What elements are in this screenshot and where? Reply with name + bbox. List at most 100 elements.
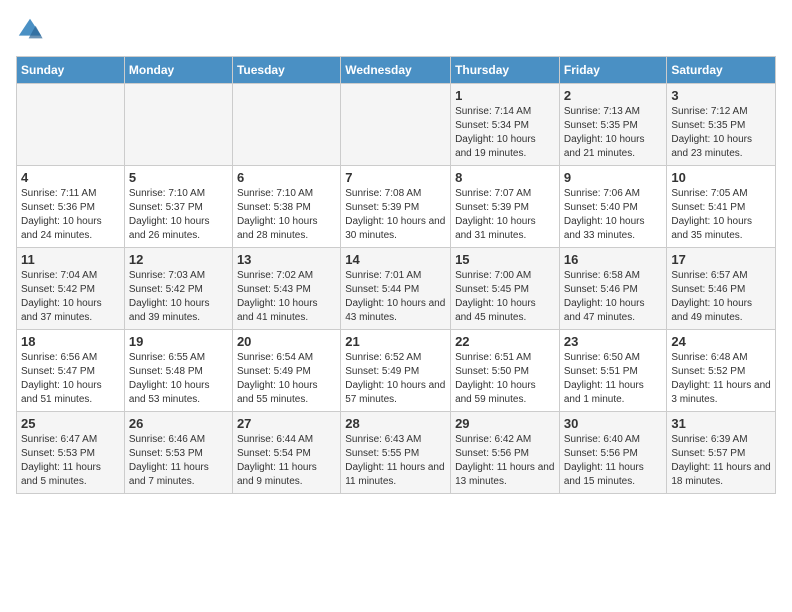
day-info: Sunrise: 7:07 AM Sunset: 5:39 PM Dayligh…	[455, 187, 555, 243]
col-monday: Monday	[124, 57, 232, 84]
calendar-cell: 11 Sunrise: 7:04 AM Sunset: 5:42 PM Dayli…	[17, 248, 125, 330]
day-number: 25	[21, 416, 120, 431]
calendar-cell: 13Sunrise: 7:02 AM Sunset: 5:43 PM Dayli…	[232, 248, 340, 330]
logo	[16, 16, 48, 44]
day-info: Sunrise: 7:02 AM Sunset: 5:43 PM Dayligh…	[237, 269, 336, 325]
day-info: Sunrise: 7:01 AM Sunset: 5:44 PM Dayligh…	[345, 269, 446, 325]
day-info: Sunrise: 6:51 AM Sunset: 5:50 PM Dayligh…	[455, 351, 555, 407]
calendar-cell: 7 Sunrise: 7:08 AM Sunset: 5:39 PM Daylig…	[341, 166, 451, 248]
day-info: Sunrise: 6:57 AM Sunset: 5:46 PM Dayligh…	[671, 269, 771, 325]
col-tuesday: Tuesday	[232, 57, 340, 84]
calendar-cell: 19 Sunrise: 6:55 AM Sunset: 5:48 PM Dayli…	[124, 330, 232, 412]
col-wednesday: Wednesday	[341, 57, 451, 84]
day-number: 21	[345, 334, 446, 349]
calendar-cell: 8 Sunrise: 7:07 AM Sunset: 5:39 PM Daylig…	[451, 166, 560, 248]
day-number: 19	[129, 334, 228, 349]
day-number: 3	[671, 88, 771, 103]
day-info: Sunrise: 7:11 AM Sunset: 5:36 PM Dayligh…	[21, 187, 120, 243]
day-number: 17	[671, 252, 771, 267]
calendar-cell: 22 Sunrise: 6:51 AM Sunset: 5:50 PM Dayli…	[451, 330, 560, 412]
calendar-cell: 16Sunrise: 6:58 AM Sunset: 5:46 PM Dayli…	[559, 248, 667, 330]
day-info: Sunrise: 6:44 AM Sunset: 5:54 PM Dayligh…	[237, 433, 336, 489]
calendar-cell: 23Sunrise: 6:50 AM Sunset: 5:51 PM Dayli…	[559, 330, 667, 412]
day-info: Sunrise: 7:10 AM Sunset: 5:37 PM Dayligh…	[129, 187, 228, 243]
day-info: Sunrise: 6:54 AM Sunset: 5:49 PM Dayligh…	[237, 351, 336, 407]
calendar-cell: 5 Sunrise: 7:10 AM Sunset: 5:37 PM Daylig…	[124, 166, 232, 248]
calendar-cell: 17 Sunrise: 6:57 AM Sunset: 5:46 PM Dayli…	[667, 248, 776, 330]
day-number: 28	[345, 416, 446, 431]
calendar-cell: 20Sunrise: 6:54 AM Sunset: 5:49 PM Dayli…	[232, 330, 340, 412]
day-number: 30	[564, 416, 663, 431]
col-sunday: Sunday	[17, 57, 125, 84]
calendar-week-1: 1Sunrise: 7:14 AM Sunset: 5:34 PM Daylig…	[17, 84, 776, 166]
day-info: Sunrise: 7:06 AM Sunset: 5:40 PM Dayligh…	[564, 187, 663, 243]
calendar-cell: 6 Sunrise: 7:10 AM Sunset: 5:38 PM Daylig…	[232, 166, 340, 248]
day-info: Sunrise: 6:47 AM Sunset: 5:53 PM Dayligh…	[21, 433, 120, 489]
day-info: Sunrise: 7:14 AM Sunset: 5:34 PM Dayligh…	[455, 105, 555, 161]
calendar-cell: 15 Sunrise: 7:00 AM Sunset: 5:45 PM Dayli…	[451, 248, 560, 330]
day-info: Sunrise: 7:00 AM Sunset: 5:45 PM Dayligh…	[455, 269, 555, 325]
day-info: Sunrise: 7:08 AM Sunset: 5:39 PM Dayligh…	[345, 187, 446, 243]
calendar-cell	[17, 84, 125, 166]
day-number: 27	[237, 416, 336, 431]
day-info: Sunrise: 6:50 AM Sunset: 5:51 PM Dayligh…	[564, 351, 663, 407]
page-header	[16, 16, 776, 44]
calendar-cell	[341, 84, 451, 166]
day-number: 15	[455, 252, 555, 267]
day-number: 5	[129, 170, 228, 185]
day-number: 18	[21, 334, 120, 349]
calendar-cell: 21 Sunrise: 6:52 AM Sunset: 5:49 PM Dayli…	[341, 330, 451, 412]
calendar-cell: 26 Sunrise: 6:46 AM Sunset: 5:53 PM Dayli…	[124, 412, 232, 494]
day-number: 9	[564, 170, 663, 185]
calendar-cell: 12Sunrise: 7:03 AM Sunset: 5:42 PM Dayli…	[124, 248, 232, 330]
calendar-week-5: 25 Sunrise: 6:47 AM Sunset: 5:53 PM Dayli…	[17, 412, 776, 494]
day-number: 29	[455, 416, 555, 431]
calendar-week-4: 18 Sunrise: 6:56 AM Sunset: 5:47 PM Dayli…	[17, 330, 776, 412]
day-number: 2	[564, 88, 663, 103]
calendar-cell: 31 Sunrise: 6:39 AM Sunset: 5:57 PM Dayli…	[667, 412, 776, 494]
header-row: Sunday Monday Tuesday Wednesday Thursday…	[17, 57, 776, 84]
day-info: Sunrise: 6:46 AM Sunset: 5:53 PM Dayligh…	[129, 433, 228, 489]
day-number: 24	[671, 334, 771, 349]
day-info: Sunrise: 6:40 AM Sunset: 5:56 PM Dayligh…	[564, 433, 663, 489]
calendar-week-2: 4 Sunrise: 7:11 AM Sunset: 5:36 PM Daylig…	[17, 166, 776, 248]
calendar-cell: 14 Sunrise: 7:01 AM Sunset: 5:44 PM Dayli…	[341, 248, 451, 330]
day-number: 14	[345, 252, 446, 267]
day-number: 8	[455, 170, 555, 185]
day-info: Sunrise: 7:05 AM Sunset: 5:41 PM Dayligh…	[671, 187, 771, 243]
day-info: Sunrise: 7:10 AM Sunset: 5:38 PM Dayligh…	[237, 187, 336, 243]
calendar-cell: 2 Sunrise: 7:13 AM Sunset: 5:35 PM Daylig…	[559, 84, 667, 166]
day-number: 6	[237, 170, 336, 185]
day-number: 4	[21, 170, 120, 185]
day-number: 11	[21, 252, 120, 267]
calendar-cell: 28Sunrise: 6:43 AM Sunset: 5:55 PM Dayli…	[341, 412, 451, 494]
day-number: 22	[455, 334, 555, 349]
day-info: Sunrise: 7:04 AM Sunset: 5:42 PM Dayligh…	[21, 269, 120, 325]
col-friday: Friday	[559, 57, 667, 84]
col-saturday: Saturday	[667, 57, 776, 84]
calendar-week-3: 11 Sunrise: 7:04 AM Sunset: 5:42 PM Dayli…	[17, 248, 776, 330]
calendar-cell: 18 Sunrise: 6:56 AM Sunset: 5:47 PM Dayli…	[17, 330, 125, 412]
day-info: Sunrise: 6:55 AM Sunset: 5:48 PM Dayligh…	[129, 351, 228, 407]
day-info: Sunrise: 6:39 AM Sunset: 5:57 PM Dayligh…	[671, 433, 771, 489]
day-number: 7	[345, 170, 446, 185]
calendar-cell	[124, 84, 232, 166]
calendar-cell: 10Sunrise: 7:05 AM Sunset: 5:41 PM Dayli…	[667, 166, 776, 248]
calendar-table: Sunday Monday Tuesday Wednesday Thursday…	[16, 56, 776, 494]
day-number: 26	[129, 416, 228, 431]
calendar-cell: 25 Sunrise: 6:47 AM Sunset: 5:53 PM Dayli…	[17, 412, 125, 494]
day-info: Sunrise: 7:13 AM Sunset: 5:35 PM Dayligh…	[564, 105, 663, 161]
day-info: Sunrise: 6:42 AM Sunset: 5:56 PM Dayligh…	[455, 433, 555, 489]
day-number: 12	[129, 252, 228, 267]
calendar-cell: 9 Sunrise: 7:06 AM Sunset: 5:40 PM Daylig…	[559, 166, 667, 248]
day-info: Sunrise: 7:12 AM Sunset: 5:35 PM Dayligh…	[671, 105, 771, 161]
day-info: Sunrise: 6:48 AM Sunset: 5:52 PM Dayligh…	[671, 351, 771, 407]
col-thursday: Thursday	[451, 57, 560, 84]
day-info: Sunrise: 6:58 AM Sunset: 5:46 PM Dayligh…	[564, 269, 663, 325]
day-info: Sunrise: 6:52 AM Sunset: 5:49 PM Dayligh…	[345, 351, 446, 407]
calendar-cell	[232, 84, 340, 166]
calendar-cell: 29 Sunrise: 6:42 AM Sunset: 5:56 PM Dayli…	[451, 412, 560, 494]
day-number: 31	[671, 416, 771, 431]
day-info: Sunrise: 6:56 AM Sunset: 5:47 PM Dayligh…	[21, 351, 120, 407]
logo-icon	[16, 16, 44, 44]
